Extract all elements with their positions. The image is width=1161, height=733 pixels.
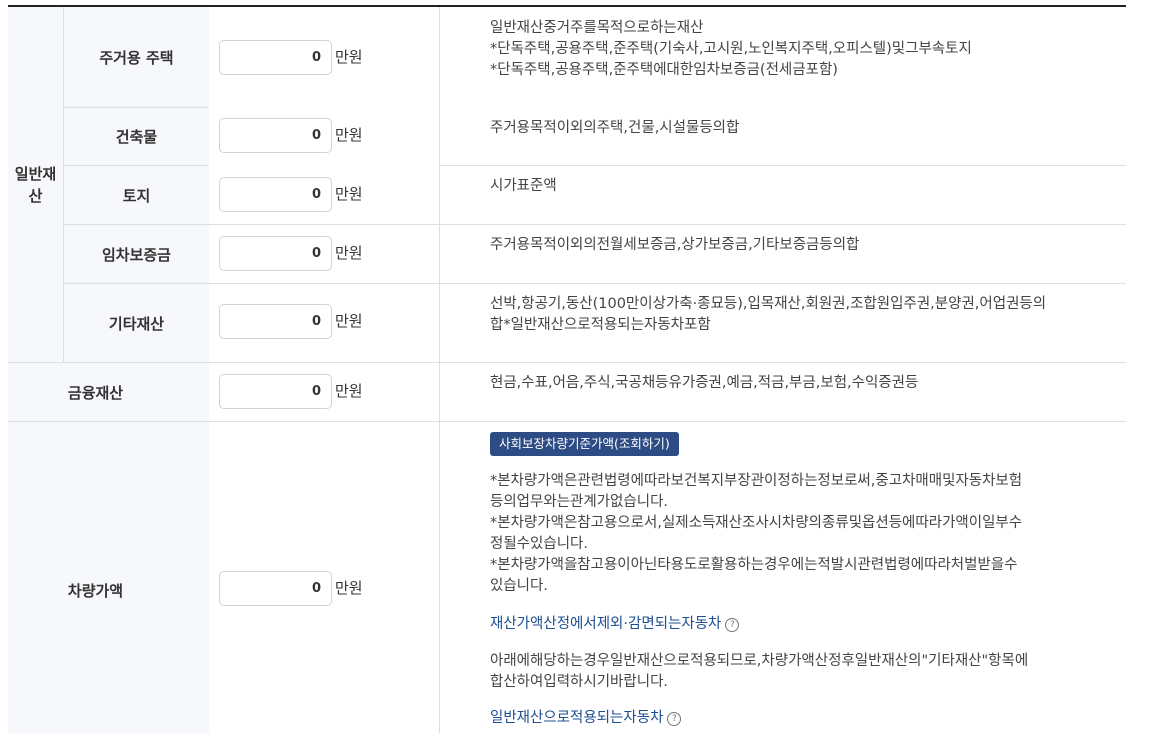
row-label-other-assets: 기타재산: [108, 314, 165, 333]
building-value-input[interactable]: [219, 118, 332, 153]
row-label-vehicle-value: 차량가액: [67, 581, 124, 600]
housing-value-input[interactable]: [219, 40, 332, 75]
unit-label: 만원: [335, 382, 363, 400]
row-label-building: 건축물: [115, 128, 158, 146]
row-label-lease-deposit: 임차보증금: [101, 245, 171, 264]
row-divider: [64, 283, 1126, 284]
row-label-financial-assets: 금융재산: [67, 383, 124, 402]
vehicle-value-input[interactable]: [219, 571, 332, 606]
unit-label: 만원: [335, 312, 363, 330]
land-description: 시가표준액: [490, 178, 557, 194]
general-assets-group-label: 일반재 산: [14, 165, 57, 205]
asset-input-table: 일반재산 주거용 주택 만원 일반재산중거주를목적으로하는재산 *단독주택,공용…: [8, 7, 1126, 733]
row-divider: [439, 165, 1126, 166]
financial-assets-description: 현금,수표,어음,주식,국공채등유가증권,예금,적금,부금,보험,수익증권등: [490, 375, 919, 391]
housing-description: 일반재산중거주를목적으로하는재산 *단독주택,공용주택,준주택(기숙사,고시원,…: [490, 20, 972, 78]
lease-deposit-value-input[interactable]: [219, 236, 332, 271]
vehicle-general-asset-note: 아래에해당하는경우일반재산으로적용되므로,차량가액산정후일반재산의"기타재산"항…: [490, 653, 1029, 690]
vehicle-notes: *본차량가액은관련법령에따라보건복지부장관이정하는정보로써,중고차매매및자동차보…: [490, 473, 1023, 594]
unit-label: 만원: [335, 185, 363, 203]
general-asset-vehicles-link[interactable]: 일반재산으로적용되는자동차: [490, 710, 663, 726]
unit-label: 만원: [335, 126, 363, 144]
unit-label: 만원: [335, 579, 363, 597]
row-label-housing: 주거용 주택: [99, 48, 174, 67]
help-icon[interactable]: ?: [725, 618, 740, 632]
financial-assets-value-input[interactable]: [219, 374, 332, 409]
other-assets-value-input[interactable]: [219, 304, 332, 339]
vehicle-standard-price-lookup-button[interactable]: 사회보장차량기준가액(조회하기): [490, 432, 679, 456]
row-divider: [64, 224, 1126, 225]
col-divider: [439, 7, 440, 733]
general-asset-vehicles-link-row: 일반재산으로적용되는자동차?: [490, 708, 1120, 729]
row-divider: [8, 421, 1126, 422]
lease-deposit-description: 주거용목적이외의전월세보증금,상가보증금,기타보증금등의합: [490, 237, 860, 253]
other-assets-description: 선박,항공기,동산(100만이상가축·종묘등),입목재산,회원권,조합원입주권,…: [490, 296, 1047, 333]
excluded-vehicles-link-row: 재산가액산정에서제외·감면되는자동차?: [490, 614, 1120, 635]
help-icon[interactable]: ?: [667, 712, 682, 726]
row-label-land: 토지: [122, 186, 151, 205]
unit-label: 만원: [335, 244, 363, 262]
excluded-vehicles-link[interactable]: 재산가액산정에서제외·감면되는자동차: [490, 616, 721, 632]
building-description: 주거용목적이외의주택,건물,시설물등의합: [490, 120, 740, 136]
unit-label: 만원: [335, 48, 363, 66]
land-value-input[interactable]: [219, 177, 332, 212]
